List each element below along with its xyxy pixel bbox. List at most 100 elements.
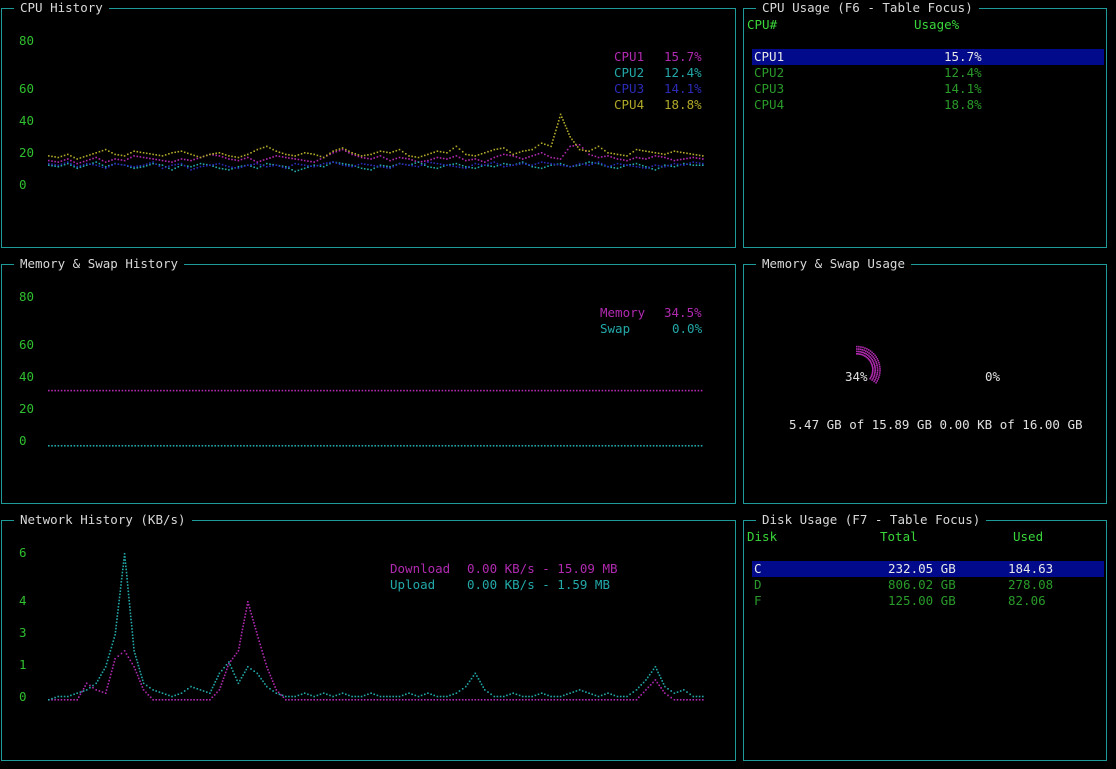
memory-gauge-dot bbox=[866, 348, 868, 350]
network-series-upload-point bbox=[338, 693, 341, 696]
network-series-download-point bbox=[506, 699, 508, 701]
usage-col-header[interactable]: Usage% bbox=[914, 17, 959, 33]
cpu-series-4-point bbox=[89, 154, 91, 156]
network-series-download-point bbox=[468, 699, 470, 701]
disk-col-header[interactable]: Disk bbox=[747, 529, 777, 545]
table-row[interactable]: CPU3 14.1% bbox=[752, 81, 1104, 97]
network-series-download-point bbox=[106, 686, 109, 688]
cpu-series-1-point bbox=[136, 155, 139, 158]
cpu-series-4-point bbox=[60, 155, 63, 158]
cpu-series-4-point bbox=[576, 146, 579, 148]
network-series-download-point bbox=[114, 658, 116, 660]
cpu-series-2-point bbox=[363, 168, 366, 170]
total-col-header[interactable]: Total bbox=[880, 529, 918, 545]
memory-series-memory bbox=[243, 389, 245, 392]
memory-gauge-dot bbox=[879, 372, 881, 374]
table-row[interactable]: CPU1 15.7% bbox=[752, 49, 1104, 65]
cpu-series-4-point bbox=[291, 154, 293, 157]
network-series-upload-point bbox=[120, 584, 122, 586]
cpu-series-3-point bbox=[547, 162, 549, 164]
table-row[interactable]: CPU2 12.4% bbox=[752, 65, 1104, 81]
cpu-series-3-point bbox=[123, 164, 126, 166]
network-series-upload-point bbox=[427, 692, 429, 694]
network-series-upload-point bbox=[487, 691, 489, 693]
memory-series-memory bbox=[102, 389, 104, 392]
cpu-series-1-point bbox=[654, 155, 657, 157]
cpu-series-4-point bbox=[424, 154, 426, 157]
memory-series-memory bbox=[166, 389, 168, 392]
network-series-upload-point bbox=[187, 688, 189, 690]
table-row[interactable]: CPU4 18.8% bbox=[752, 97, 1104, 113]
network-series-upload-point bbox=[635, 689, 638, 691]
cpu-series-2-point bbox=[676, 164, 679, 167]
table-row[interactable]: C 232.05 GB 184.63 bbox=[752, 561, 1104, 577]
cpu-series-4-point bbox=[142, 152, 145, 154]
cpu-series-4-point bbox=[269, 147, 271, 149]
network-series-download-point bbox=[395, 699, 398, 701]
cpu-series-1-point bbox=[363, 157, 366, 159]
network-series-download-point bbox=[230, 660, 232, 662]
cpu-series-4-point bbox=[136, 150, 139, 153]
network-series-upload-point bbox=[225, 664, 228, 666]
memory-series-swap bbox=[73, 445, 76, 447]
network-series-download-point bbox=[253, 625, 256, 627]
memory-gauge-dot bbox=[876, 364, 878, 366]
memory-series-memory bbox=[656, 389, 658, 392]
memory-gauge-dot bbox=[876, 366, 879, 368]
network-series-upload-point bbox=[100, 674, 102, 676]
used-col-header[interactable]: Used bbox=[1013, 529, 1043, 545]
cpu-series-1-point bbox=[692, 156, 695, 159]
network-series-download-point bbox=[499, 699, 502, 701]
network-series-download-point bbox=[335, 699, 338, 701]
cpu-series-3-point bbox=[363, 163, 366, 165]
cpu-series-4-point bbox=[288, 154, 290, 156]
network-series-upload-point bbox=[499, 695, 502, 698]
cpu-series-3-point bbox=[373, 164, 375, 167]
network-series-upload-point bbox=[213, 683, 215, 686]
cpu-series-4-point bbox=[503, 147, 505, 149]
cpu-series-2-point bbox=[477, 166, 480, 169]
memory-series-memory bbox=[291, 389, 293, 392]
cpu-series-4-point bbox=[174, 151, 176, 154]
memory-series-memory bbox=[473, 389, 476, 392]
cpu-series-2-point bbox=[199, 162, 202, 165]
cpu-series-2-point bbox=[689, 163, 691, 166]
table-row[interactable]: D 806.02 GB 278.08 bbox=[752, 577, 1104, 593]
cpu-usage-panel[interactable]: CPU Usage (F6 - Table Focus) CPU# Usage%… bbox=[743, 0, 1107, 248]
memory-series-swap bbox=[505, 445, 508, 447]
cpu-name: CPU4 bbox=[754, 97, 785, 112]
memory-series-memory bbox=[579, 389, 581, 392]
network-series-upload-point bbox=[310, 694, 312, 697]
memory-series-swap bbox=[70, 445, 72, 447]
memory-series-swap bbox=[678, 445, 680, 447]
network-series-upload-point bbox=[128, 603, 131, 605]
cpu-series-2-point bbox=[297, 169, 300, 172]
cpu-series-3-point bbox=[436, 162, 439, 165]
cpu-series-3-point bbox=[95, 164, 97, 166]
legend-cpu1-value: 15.7% bbox=[664, 49, 702, 64]
memory-series-swap bbox=[316, 445, 319, 447]
network-series-upload-point bbox=[133, 650, 135, 652]
disk-usage-panel[interactable]: Disk Usage (F7 - Table Focus) Disk Total… bbox=[743, 512, 1107, 761]
cpu-series-3-point bbox=[357, 163, 360, 166]
cpu-series-4-point bbox=[221, 153, 224, 155]
cpu-series-3-point bbox=[670, 163, 672, 166]
cpu-series-1-point bbox=[635, 156, 638, 159]
cpu-series-4-point bbox=[414, 156, 417, 158]
memory-series-swap bbox=[438, 445, 440, 447]
network-series-download-point bbox=[268, 671, 270, 674]
cpu-series-3-point bbox=[117, 163, 120, 165]
memory-series-swap bbox=[643, 445, 645, 447]
cpu-series-4-point bbox=[272, 148, 274, 151]
memory-series-memory bbox=[464, 389, 466, 392]
memory-gauge-dot bbox=[856, 350, 858, 353]
cpu-series-2-point bbox=[632, 163, 635, 165]
memory-series-memory bbox=[208, 389, 210, 392]
cpu-col-header[interactable]: CPU# bbox=[747, 17, 777, 33]
cpu-series-3-point bbox=[367, 163, 369, 166]
cpu-series-1-point bbox=[540, 152, 543, 154]
cpu-series-1-point bbox=[108, 160, 110, 162]
table-row[interactable]: F 125.00 GB 82.06 bbox=[752, 593, 1104, 609]
memory-series-swap bbox=[83, 445, 85, 447]
cpu-series-4-point bbox=[224, 154, 227, 156]
